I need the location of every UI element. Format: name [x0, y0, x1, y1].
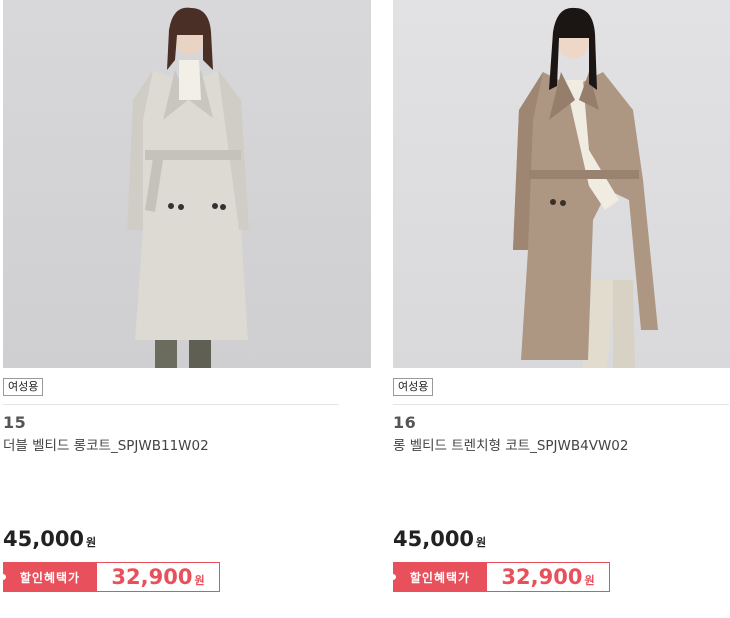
sale-price-currency: 원: [194, 574, 205, 587]
product-number: 16: [393, 413, 417, 432]
price-value: 45,000: [393, 527, 475, 551]
price-currency: 원: [86, 536, 97, 549]
dot-icon: [0, 574, 6, 580]
price-currency: 원: [476, 536, 487, 549]
sale-label-text: 할인혜택가: [409, 570, 471, 585]
product-name[interactable]: 더블 벨티드 롱코트_SPJWB11W02: [3, 434, 371, 454]
sale-price-box: 할인혜택가 32,900 원: [390, 562, 610, 592]
product-image[interactable]: [3, 0, 371, 368]
product-number: 15: [3, 413, 27, 432]
divider: [393, 404, 729, 405]
sale-price-value: 32,900: [111, 565, 193, 589]
product-card[interactable]: 여성용 15 더블 벨티드 롱코트_SPJWB11W02 45,000 원 할인혜…: [0, 0, 371, 592]
sale-label: 할인혜택가: [390, 562, 487, 592]
divider: [3, 404, 339, 405]
product-name[interactable]: 롱 벨티드 트렌치형 코트_SPJWB4VW02: [393, 434, 730, 454]
dot-icon: [390, 574, 396, 580]
sale-price-value: 32,900: [501, 565, 583, 589]
original-price: 45,000 원: [3, 527, 96, 551]
sale-price: 32,900 원: [97, 562, 220, 592]
product-grid: 여성용 15 더블 벨티드 롱코트_SPJWB11W02 45,000 원 할인혜…: [0, 0, 730, 618]
sale-price-box: 할인혜택가 32,900 원: [0, 562, 220, 592]
sale-label-text: 할인혜택가: [19, 570, 81, 585]
product-card[interactable]: 여성용 16 롱 벨티드 트렌치형 코트_SPJWB4VW02 45,000 원 …: [390, 0, 730, 592]
gender-tag: 여성용: [393, 378, 434, 396]
original-price: 45,000 원: [393, 527, 486, 551]
price-value: 45,000: [3, 527, 85, 551]
sale-price-currency: 원: [584, 574, 595, 587]
sale-price: 32,900 원: [487, 562, 610, 592]
product-image[interactable]: [393, 0, 730, 368]
gender-tag: 여성용: [3, 378, 44, 396]
sale-label: 할인혜택가: [0, 562, 97, 592]
